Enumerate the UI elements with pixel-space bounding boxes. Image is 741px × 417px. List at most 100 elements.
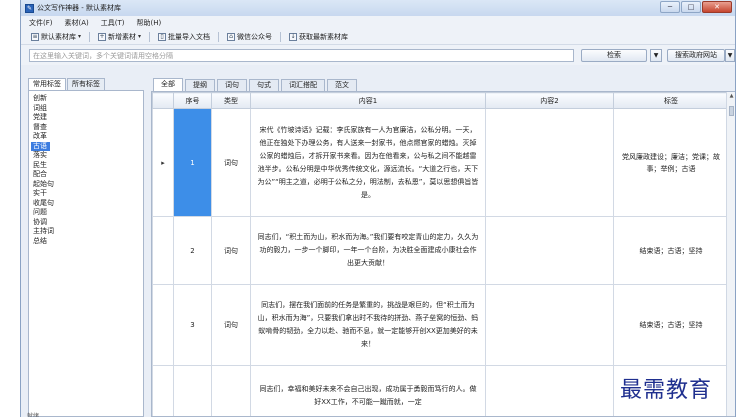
tab-phrases[interactable]: 词句 [217,79,247,91]
toolbar-divider [149,31,151,42]
menu-help[interactable]: 帮助(H) [137,18,162,28]
row-tags[interactable]: 党风廉政建设；廉洁；党课；故事；举例；古语 [613,108,729,217]
home-icon: ⌂ [227,32,236,41]
row-content1[interactable]: 同志们，摆在我们面前的任务是繁重的，挑战是艰巨的，但“积土而为山，积水而为海”，… [250,284,486,366]
row-content2[interactable] [485,284,614,366]
table-header: 序号 类型 内容1 内容2 标签 [152,92,729,109]
row-content1[interactable]: 同志们，“积土而为山，积水而为海。”我们要有咬定青山的定力，久久为功的毅力，一步… [250,216,486,285]
tab-all[interactable]: 全部 [153,78,183,91]
maximize-button[interactable]: □ [681,1,701,13]
tag-item[interactable]: 协调 [31,218,141,228]
tag-item[interactable]: 古语 [31,141,50,151]
get-latest-label: 获取最新素材库 [299,32,349,41]
tag-item[interactable]: 主持词 [31,227,141,237]
import-icon: ▯ [158,32,167,41]
row-index[interactable] [173,365,212,416]
row-tags[interactable]: 结束语；古语；坚持 [613,284,729,366]
row-content2[interactable] [485,108,614,217]
current-row-icon: ▸ [152,108,174,217]
table-row[interactable]: ▸ 1 词句 宋代《竹坡诗话》记载：李氏家族有一人为官廉洁，公私分明。一天，他正… [152,108,729,217]
default-library-button[interactable]: ≡ 默认素材库 ▾ [29,31,83,43]
header-content1[interactable]: 内容1 [250,92,486,109]
row-type[interactable]: 词句 [211,108,251,217]
app-logo-icon: ✎ [25,3,34,13]
tab-outline[interactable]: 提纲 [185,79,215,91]
chevron-down-icon: ▾ [138,33,142,40]
add-document-icon: + [98,32,107,41]
vertical-scrollbar[interactable]: ▲ [726,92,735,416]
search-input[interactable] [29,49,574,62]
search-button[interactable]: 检索 [581,49,647,62]
menu-material[interactable]: 素材(A) [65,18,89,28]
tag-panel: 常用标签 所有标签 创新 词组 党建 督查 改革 古语 落实 民生 配合 起始句 实干 收尾句 问题 协调… [28,78,144,417]
wechat-account-label: 微信公众号 [237,32,273,41]
main-area: 常用标签 所有标签 创新 词组 党建 督查 改革 古语 落实 民生 配合 起始句 实干 收尾句 问题 协调… [21,66,735,417]
material-panel: 全部 提纲 词句 句式 词汇搭配 范文 序号 类型 内容1 内容2 标签 ▸ 1… [151,78,735,417]
window-controls: ─ □ ✕ [660,1,732,13]
tag-item[interactable]: 创新 [31,94,141,104]
scrollbar-thumb[interactable] [729,106,734,116]
row-type[interactable]: 词句 [211,216,251,285]
header-type[interactable]: 类型 [211,92,251,109]
tab-sample-essays[interactable]: 范文 [327,79,357,91]
row-index[interactable]: 2 [173,216,212,285]
tag-item[interactable]: 配合 [31,170,141,180]
row-indicator [152,216,174,285]
header-indicator [152,92,174,109]
scroll-up-icon[interactable]: ▲ [727,92,735,100]
tab-all-tags[interactable]: 所有标签 [67,78,105,90]
row-content2[interactable] [485,365,614,416]
app-window: ✎ 公文写作神器 - 默认素材库 ─ □ ✕ 文件(F) 素材(A) 工具(T)… [20,0,736,417]
table-row[interactable]: 3 词句 同志们，摆在我们面前的任务是繁重的，挑战是艰巨的，但“积土而为山，积水… [152,284,729,366]
tag-item[interactable]: 词组 [31,104,141,114]
search-row: 检索 ▼ 搜索政府网站 ▼ [21,45,735,65]
row-indicator [152,284,174,366]
toolbar: ≡ 默认素材库 ▾ + 新增素材 ▾ ▯ 批量导入文档 ⌂ 微信公众号 ↓ 获取… [21,29,735,45]
get-latest-button[interactable]: ↓ 获取最新素材库 [287,31,350,43]
header-index[interactable]: 序号 [173,92,212,109]
menu-tools[interactable]: 工具(T) [101,18,125,28]
table-row[interactable]: 2 词句 同志们，“积土而为山，积水而为海。”我们要有咬定青山的定力，久久为功的… [152,216,729,285]
tag-item[interactable]: 问题 [31,208,141,218]
tag-item[interactable]: 督查 [31,123,141,133]
new-material-button[interactable]: + 新增素材 ▾ [96,31,143,43]
tab-word-collocation[interactable]: 词汇搭配 [281,79,325,91]
row-content2[interactable] [485,216,614,285]
watermark-logo: 最需教育 [620,378,713,403]
row-type[interactable] [211,365,251,416]
gov-search-button[interactable]: 搜索政府网站 [667,49,725,62]
header-content2[interactable]: 内容2 [485,92,614,109]
tag-panel-tabs: 常用标签 所有标签 [28,78,144,90]
row-index[interactable]: 3 [173,284,212,366]
tag-item[interactable]: 总结 [31,237,141,247]
search-dropdown-button[interactable]: ▼ [650,49,662,62]
tag-item[interactable]: 民生 [31,161,141,171]
tag-item[interactable]: 改革 [31,132,141,142]
tag-item[interactable]: 起始句 [31,180,141,190]
row-index[interactable]: 1 [173,108,212,217]
tag-item[interactable]: 实干 [31,189,141,199]
row-tags[interactable]: 结束语；古语；坚持 [613,216,729,285]
new-material-label: 新增素材 [108,32,137,41]
download-icon: ↓ [289,32,298,41]
list-icon: ≡ [31,32,39,41]
minimize-button[interactable]: ─ [660,1,680,13]
toolbar-divider [280,31,282,42]
tab-common-tags[interactable]: 常用标签 [28,78,66,90]
row-type[interactable]: 词句 [211,284,251,366]
close-button[interactable]: ✕ [702,1,732,13]
batch-import-button[interactable]: ▯ 批量导入文档 [156,31,212,43]
chevron-down-icon: ▼ [727,52,733,59]
tag-item[interactable]: 党建 [31,113,141,123]
menu-file[interactable]: 文件(F) [29,18,53,28]
header-tag[interactable]: 标签 [613,92,729,109]
wechat-account-button[interactable]: ⌂ 微信公众号 [225,31,274,43]
gov-search-dropdown[interactable]: ▼ [725,49,735,62]
row-content1[interactable]: 同志们，幸福和美好未来不会自己出现，成功属于勇毅而笃行的人。做好XX工作，不可能… [250,365,486,416]
default-library-label: 默认素材库 [41,32,76,41]
tag-item[interactable]: 收尾句 [31,199,141,209]
tab-sentence-patterns[interactable]: 句式 [249,79,279,91]
row-content1[interactable]: 宋代《竹坡诗话》记载：李氏家族有一人为官廉洁，公私分明。一天，他正在独处下办理公… [250,108,486,217]
tag-item[interactable]: 落实 [31,151,141,161]
material-table: 序号 类型 内容1 内容2 标签 ▸ 1 词句 宋代《竹坡诗话》记载：李氏家族有 [152,92,729,416]
